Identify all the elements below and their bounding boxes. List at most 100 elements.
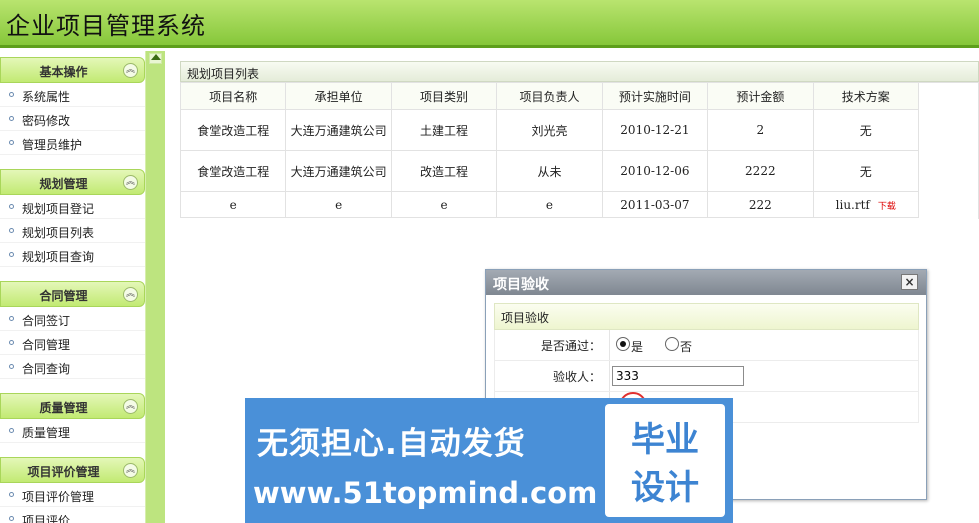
sidebar-section-quality: 质量管理 ︽ 质量管理 [0, 393, 145, 443]
sidebar-item-contract-manage[interactable]: 合同管理 [0, 331, 145, 355]
table-cell: 2010-12-06 [601, 150, 709, 192]
pass-row: 是否通过： 是 否 [494, 330, 919, 361]
column-header: 项目类别 [390, 82, 498, 110]
sidebar-section-header[interactable]: 规划管理 ︽ [0, 169, 145, 195]
pass-no-radio[interactable] [665, 337, 679, 351]
sidebar-item-label: 合同查询 [22, 362, 71, 376]
app-header: 企业项目管理系统 [0, 0, 979, 48]
bullet-icon [9, 204, 14, 209]
close-icon[interactable]: × [901, 274, 918, 290]
sidebar-section-evaluation: 项目评价管理 ︽ 项目评价管理 项目评价 [0, 457, 145, 523]
banner-slogan: 无须担心.自动发货 [257, 426, 526, 462]
sidebar-section-contract: 合同管理 ︽ 合同签订 合同管理 合同查询 [0, 281, 145, 379]
sidebar-item-contract-query[interactable]: 合同查询 [0, 355, 145, 379]
collapse-icon[interactable]: ︽ [123, 175, 138, 190]
table-cell: 222 [707, 191, 814, 218]
sidebar-item-label: 质量管理 [22, 426, 71, 440]
table-cell: e [496, 191, 603, 218]
collapse-icon[interactable]: ︽ [123, 63, 138, 78]
banner-badge: 毕业 设计 [605, 404, 725, 517]
sidebar-section-title: 规划管理 [39, 177, 88, 191]
sidebar-item-plan-register[interactable]: 规划项目登记 [0, 195, 145, 219]
panel-caption: 规划项目列表 [180, 61, 979, 82]
table-cell: 无 [812, 150, 920, 192]
table-cell: 改造工程 [390, 150, 498, 192]
banner-url: www.51topmind.com [253, 476, 598, 510]
bullet-icon [9, 252, 14, 257]
watermark-banner: 无须担心.自动发货 www.51topmind.com 毕业 设计 [245, 398, 733, 523]
dialog-titlebar[interactable]: 项目验收 × [486, 270, 926, 295]
table-cell: 大连万通建筑公司 [285, 109, 392, 151]
sidebar-item-label: 规划项目查询 [22, 250, 95, 264]
table-filler [919, 82, 979, 219]
column-header: 项目名称 [179, 82, 287, 110]
form-caption: 项目验收 [494, 303, 919, 330]
sidebar-item-change-password[interactable]: 密码修改 [0, 107, 145, 131]
sidebar-item-label: 密码修改 [22, 114, 71, 128]
collapse-icon[interactable]: ︽ [123, 463, 138, 478]
sidebar-item-quality-manage[interactable]: 质量管理 [0, 419, 145, 443]
download-link[interactable]: 下载 [878, 202, 896, 212]
sidebar-splitter[interactable] [145, 51, 165, 523]
plan-table: 项目名称 承担单位 项目类别 项目负责人 预计实施时间 预计金额 技术方案 食堂… [179, 82, 920, 218]
column-header: 承担单位 [285, 82, 392, 110]
table-cell: 食堂改造工程 [179, 150, 287, 192]
sidebar-section-header[interactable]: 项目评价管理 ︽ [0, 457, 145, 483]
sidebar: 基本操作 ︽ 系统属性 密码修改 管理员维护 规划管理 ︽ 规划项目登记 规划项… [0, 51, 152, 523]
table-cell: e [285, 191, 392, 218]
bullet-icon [9, 116, 14, 121]
sidebar-item-evaluation[interactable]: 项目评价 [0, 507, 145, 523]
table-row: e e e e 2011-03-07 222 liu.rtf 下载 [179, 191, 920, 218]
table-cell: 2010-12-21 [601, 109, 709, 151]
table-cell: e [390, 191, 498, 218]
bullet-icon [9, 228, 14, 233]
sidebar-item-contract-sign[interactable]: 合同签订 [0, 307, 145, 331]
sidebar-section-basic: 基本操作 ︽ 系统属性 密码修改 管理员维护 [0, 57, 145, 155]
badge-text-top: 毕业 [631, 420, 699, 460]
sidebar-item-admin-maintenance[interactable]: 管理员维护 [0, 131, 145, 155]
badge-text-bottom: 设计 [631, 468, 699, 508]
sidebar-section-planning: 规划管理 ︽ 规划项目登记 规划项目列表 规划项目查询 [0, 169, 145, 267]
dialog-title: 项目验收 [493, 277, 549, 293]
sidebar-section-header[interactable]: 合同管理 ︽ [0, 281, 145, 307]
sidebar-item-label: 合同签订 [22, 314, 71, 328]
column-header: 预计实施时间 [601, 82, 709, 110]
bullet-icon [9, 316, 14, 321]
sidebar-item-plan-query[interactable]: 规划项目查询 [0, 243, 145, 267]
collapse-arrow-icon[interactable] [151, 54, 161, 60]
sidebar-section-header[interactable]: 质量管理 ︽ [0, 393, 145, 419]
bullet-icon [9, 364, 14, 369]
collapse-icon[interactable]: ︽ [123, 399, 138, 414]
attachment-filename: liu.rtf [835, 197, 870, 212]
table-row: 食堂改造工程 大连万通建筑公司 改造工程 从未 2010-12-06 2222 … [179, 150, 920, 192]
sidebar-item-label: 管理员维护 [22, 138, 83, 152]
sidebar-item-label: 项目评价 [22, 514, 71, 523]
sidebar-item-label: 项目评价管理 [22, 490, 95, 504]
sidebar-item-plan-list[interactable]: 规划项目列表 [0, 219, 145, 243]
sidebar-section-title: 基本操作 [39, 65, 88, 79]
table-cell: e [179, 191, 287, 218]
table-cell: 2222 [707, 150, 814, 192]
sidebar-item-system-properties[interactable]: 系统属性 [0, 83, 145, 107]
bullet-icon [9, 92, 14, 97]
table-cell: 从未 [496, 150, 603, 192]
table-header-row: 项目名称 承担单位 项目类别 项目负责人 预计实施时间 预计金额 技术方案 [179, 82, 920, 110]
inspector-input[interactable] [612, 366, 744, 386]
table-cell: 无 [812, 109, 920, 151]
sidebar-section-header[interactable]: 基本操作 ︽ [0, 57, 145, 83]
sidebar-item-label: 规划项目登记 [22, 202, 95, 216]
column-header: 项目负责人 [496, 82, 603, 110]
table-cell: 2011-03-07 [601, 191, 709, 218]
pass-yes-radio[interactable] [616, 337, 630, 351]
sidebar-item-label: 系统属性 [22, 90, 71, 104]
table-cell: 食堂改造工程 [179, 109, 287, 151]
table-cell: liu.rtf 下载 [812, 191, 920, 218]
column-divider [609, 361, 610, 391]
inspector-row: 验收人： [494, 361, 919, 392]
table-cell: 2 [707, 109, 814, 151]
collapse-icon[interactable]: ︽ [123, 287, 138, 302]
bullet-icon [9, 492, 14, 497]
inspector-label: 验收人： [552, 370, 601, 384]
table-cell: 刘光亮 [496, 109, 603, 151]
sidebar-item-evaluation-manage[interactable]: 项目评价管理 [0, 483, 145, 507]
